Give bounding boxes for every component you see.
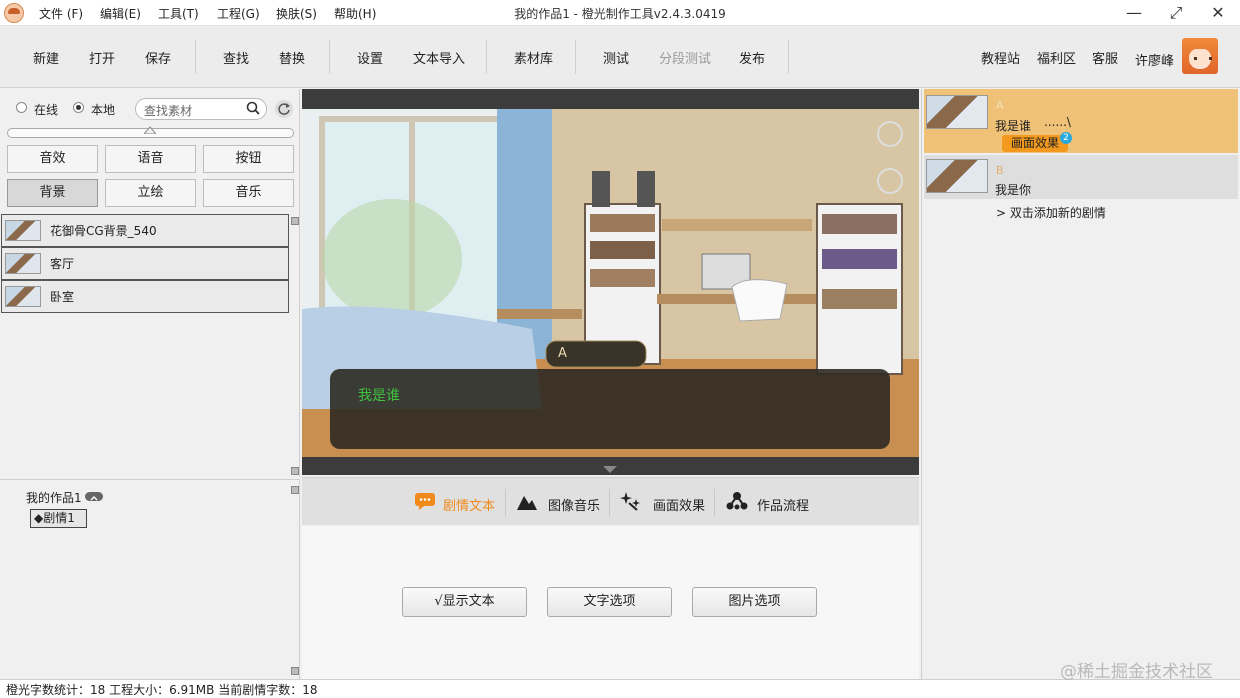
minimize-button[interactable]: —: [1120, 2, 1148, 24]
toolbar-divider: [486, 40, 487, 74]
scroll-down-button[interactable]: [291, 467, 299, 475]
find-button[interactable]: 查找: [223, 48, 249, 67]
text-import-button[interactable]: 文本导入: [413, 48, 465, 67]
resource-item-label: 花御骨CG背景_540: [50, 224, 157, 238]
category-button[interactable]: 按钮: [203, 145, 294, 173]
resource-item-label: 卧室: [50, 290, 75, 304]
toolbar-divider: [195, 40, 196, 74]
category-voice[interactable]: 语音: [105, 145, 196, 173]
avatar[interactable]: [1182, 38, 1218, 74]
collapse-preview-icon[interactable]: [603, 466, 617, 474]
resource-thumbnail: [5, 220, 41, 241]
resource-item-label: 客厅: [50, 257, 75, 271]
welfare-link[interactable]: 福利区: [1037, 48, 1076, 67]
scroll-up-button[interactable]: [291, 217, 299, 225]
tab-story-text[interactable]: 剧情文本: [443, 495, 495, 514]
replace-button[interactable]: 替换: [279, 48, 305, 67]
test-button[interactable]: 测试: [603, 48, 629, 67]
tab-divider: [505, 489, 506, 517]
support-link[interactable]: 客服: [1092, 48, 1118, 67]
text-options-button[interactable]: 文字选项: [547, 587, 672, 617]
refresh-icon[interactable]: [275, 100, 293, 118]
screen-effect-icon: [620, 492, 640, 511]
screen-effect-tag[interactable]: 画面效果: [1002, 135, 1068, 152]
save-button[interactable]: 保存: [145, 48, 171, 67]
asset-library-button[interactable]: 素材库: [514, 48, 553, 67]
editor-tab-bar: [302, 477, 919, 525]
toolbar-divider: [788, 40, 789, 74]
work-flow-icon: [726, 492, 748, 510]
scroll-up-button[interactable]: [291, 486, 299, 494]
tutorial-link[interactable]: 教程站: [981, 48, 1020, 67]
close-button[interactable]: ✕: [1204, 2, 1232, 24]
tab-divider: [714, 489, 715, 517]
toolbar-divider: [329, 40, 330, 74]
status-text: 橙光字数统计：18 工程大小：6.91MB 当前剧情字数：18: [6, 683, 318, 697]
tab-work-flow[interactable]: 作品流程: [757, 495, 809, 514]
resource-thumbnail: [5, 286, 41, 307]
add-story-hint[interactable]: > 双击添加新的剧情: [996, 204, 1106, 221]
settings-button[interactable]: 设置: [357, 48, 383, 67]
image-options-button[interactable]: 图片选项: [692, 587, 817, 617]
window-title: 我的作品1 - 橙光制作工具v2.4.3.0419: [514, 7, 726, 21]
tab-image-music[interactable]: 图像音乐: [548, 495, 600, 514]
story-extra-text: ......\: [1044, 115, 1071, 129]
story-text: 我是谁: [995, 119, 1032, 133]
resource-item[interactable]: 卧室: [1, 280, 289, 313]
category-music[interactable]: 音乐: [203, 179, 294, 207]
story-speaker: B: [996, 164, 1004, 177]
publish-button[interactable]: 发布: [739, 48, 765, 67]
local-radio[interactable]: [73, 102, 84, 113]
speaker-name-label: A: [558, 346, 567, 361]
effect-count-badge: 2: [1060, 132, 1072, 144]
tab-screen-effect[interactable]: 画面效果: [653, 495, 705, 514]
search-icon[interactable]: [246, 101, 260, 115]
watermark: @稀土掘金技术社区: [1060, 662, 1213, 682]
category-portrait[interactable]: 立绘: [105, 179, 196, 207]
online-radio[interactable]: [16, 102, 27, 113]
resource-item[interactable]: 客厅: [1, 247, 289, 280]
scroll-down-button[interactable]: [291, 667, 299, 675]
maximize-button[interactable]: ⤢: [1162, 2, 1190, 24]
story-entry[interactable]: B 我是你: [924, 155, 1238, 199]
toolbar-divider: [575, 40, 576, 74]
search-placeholder: 查找素材: [144, 104, 193, 118]
project-name[interactable]: 我的作品1: [26, 489, 82, 506]
open-button[interactable]: 打开: [89, 48, 115, 67]
story-node[interactable]: ◆剧情1: [30, 509, 87, 528]
image-music-icon: [517, 496, 537, 510]
story-text-icon: [415, 493, 435, 510]
resource-item[interactable]: 花御骨CG背景_540: [1, 214, 289, 247]
username[interactable]: 许廖峰: [1135, 50, 1174, 69]
tab-divider: [609, 489, 610, 517]
collapse-icon[interactable]: [85, 492, 103, 501]
show-text-button[interactable]: √显示文本: [402, 587, 527, 617]
slider-handle[interactable]: [144, 126, 156, 134]
dialog-text: 我是谁: [358, 388, 400, 404]
scene-preview[interactable]: A 我是谁: [302, 109, 919, 457]
category-sound-effect[interactable]: 音效: [7, 145, 98, 173]
segment-test-button[interactable]: 分段测试: [659, 48, 711, 67]
story-entry-thumbnail: [926, 95, 988, 129]
story-speaker: A: [996, 99, 1004, 112]
category-background[interactable]: 背景: [7, 179, 98, 207]
new-button[interactable]: 新建: [33, 48, 59, 67]
story-entry-selected[interactable]: A 我是谁 ......\ 画面效果 2: [924, 89, 1238, 153]
online-radio-label: 在线: [34, 103, 59, 117]
story-text: 我是你: [995, 183, 1032, 197]
local-radio-label: 本地: [91, 103, 116, 117]
story-entry-thumbnail: [926, 159, 988, 193]
resource-thumbnail: [5, 253, 41, 274]
